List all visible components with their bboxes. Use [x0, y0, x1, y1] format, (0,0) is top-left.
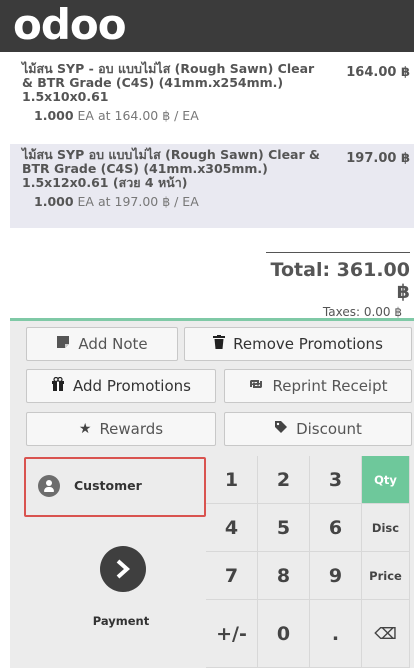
numpad-key-8[interactable]: 8	[258, 552, 310, 600]
payment-button[interactable]: Payment	[26, 516, 216, 668]
order-line-unit-info: EA at 197.00 ฿ / EA	[77, 194, 199, 209]
order-line-qty: 1.000	[34, 108, 74, 123]
user-icon	[38, 474, 60, 497]
odoo-logo: odoo	[13, 0, 127, 49]
order-summary: Total: 361.00 ฿ Taxes: 0.00 ฿	[266, 252, 410, 319]
numpad-key-7[interactable]: 7	[206, 552, 258, 600]
note-icon	[56, 335, 70, 353]
numpad-key-1[interactable]: 1	[206, 456, 258, 504]
reprint-receipt-button[interactable]: Reprint Receipt	[224, 369, 412, 403]
order-line[interactable]: ไม้สน SYP - อบ แบบไม่ไส (Rough Sawn) Cle…	[10, 58, 414, 144]
mode-disc-button[interactable]: Disc	[362, 504, 410, 552]
order-line-product-name: ไม้สน SYP - อบ แบบไม่ไส (Rough Sawn) Cle…	[22, 61, 315, 104]
order-line-price: 197.00 ฿	[346, 151, 410, 166]
numpad-area: Customer Payment 1 2 3 Qty 4 5 6 Disc 7 …	[10, 456, 414, 668]
order-line-price: 164.00 ฿	[346, 65, 410, 80]
order-line-qty: 1.000	[34, 194, 74, 209]
star-icon: ★	[78, 421, 92, 437]
add-promotions-label: Add Promotions	[73, 377, 191, 395]
numpad-key-6[interactable]: 6	[310, 504, 362, 552]
gift-icon	[51, 376, 65, 395]
numpad-key-9[interactable]: 9	[310, 552, 362, 600]
numpad-key-5[interactable]: 5	[258, 504, 310, 552]
mode-qty-button[interactable]: Qty	[362, 456, 410, 504]
rewards-label: Rewards	[99, 420, 164, 438]
backspace-icon[interactable]: ⌫	[362, 600, 410, 668]
reprint-receipt-label: Reprint Receipt	[272, 377, 388, 395]
retweet-icon	[248, 378, 264, 394]
add-promotions-button[interactable]: Add Promotions	[26, 369, 216, 403]
numpad-key-3[interactable]: 3	[310, 456, 362, 504]
rewards-button[interactable]: ★ Rewards	[26, 412, 216, 446]
order-total: Total: 361.00 ฿	[270, 259, 410, 303]
add-note-button[interactable]: Add Note	[26, 327, 178, 361]
order-line-info: 1.000 EA at 197.00 ฿ / EA	[22, 194, 408, 209]
order-line-selected[interactable]: ไม้สน SYP อบ แบบไม่ไส (Rough Sawn) Clear…	[10, 144, 414, 228]
top-bar: odoo	[0, 0, 414, 52]
remove-promotions-label: Remove Promotions	[233, 335, 383, 353]
customer-label: Customer	[74, 478, 142, 493]
numpad-key-dot[interactable]: .	[310, 600, 362, 668]
customer-button[interactable]: Customer	[26, 456, 216, 516]
add-note-label: Add Note	[78, 335, 148, 353]
trash-icon	[213, 335, 226, 353]
order-line-info: 1.000 EA at 164.00 ฿ / EA	[22, 108, 408, 123]
mode-price-button[interactable]: Price	[362, 552, 410, 600]
numpad-key-2[interactable]: 2	[258, 456, 310, 504]
numpad-key-4[interactable]: 4	[206, 504, 258, 552]
order-lines: ไม้สน SYP - อบ แบบไม่ไส (Rough Sawn) Cle…	[10, 58, 414, 228]
remove-promotions-button[interactable]: Remove Promotions	[184, 327, 412, 361]
payment-label: Payment	[92, 614, 150, 628]
order-line-product-name: ไม้สน SYP อบ แบบไม่ไส (Rough Sawn) Clear…	[22, 147, 320, 190]
discount-button[interactable]: Discount	[224, 412, 412, 446]
order-taxes: Taxes: 0.00 ฿	[322, 305, 402, 319]
chevron-right-icon	[100, 546, 146, 592]
numpad-key-0[interactable]: 0	[258, 600, 310, 668]
tag-icon	[274, 420, 288, 438]
order-line-unit-info: EA at 164.00 ฿ / EA	[77, 108, 199, 123]
numpad-key-plus-minus[interactable]: +/-	[206, 600, 258, 668]
discount-label: Discount	[296, 420, 362, 438]
